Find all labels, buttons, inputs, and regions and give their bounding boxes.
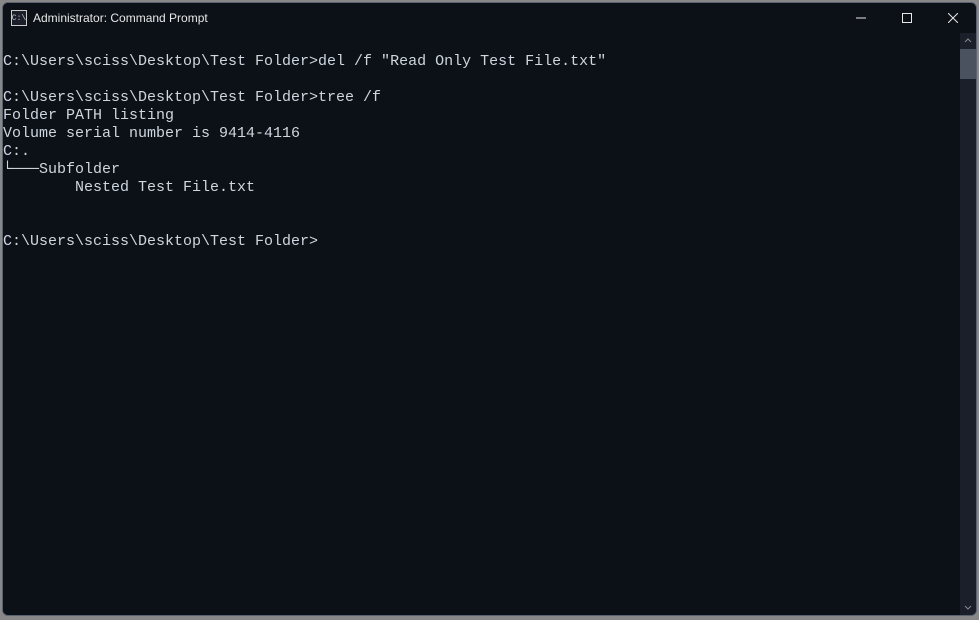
window-title: Administrator: Command Prompt: [33, 11, 838, 25]
terminal-line: C:\Users\sciss\Desktop\Test Folder>del /…: [3, 53, 960, 71]
terminal-line: [3, 215, 960, 233]
maximize-button[interactable]: [884, 3, 930, 33]
terminal-line: C:\Users\sciss\Desktop\Test Folder>tree …: [3, 89, 960, 107]
scrollbar-thumb[interactable]: [960, 49, 976, 79]
terminal-line: [3, 197, 960, 215]
scrollbar-up-arrow[interactable]: [960, 33, 976, 49]
chevron-down-icon: [964, 603, 972, 611]
cmd-icon: C:\: [11, 10, 27, 26]
terminal-output[interactable]: C:\Users\sciss\Desktop\Test Folder>del /…: [3, 33, 960, 615]
terminal-line: └───Subfolder: [3, 161, 960, 179]
terminal-line: [3, 71, 960, 89]
terminal-line: C:.: [3, 143, 960, 161]
command-prompt-window: C:\ Administrator: Command Prompt C:\Use…: [2, 2, 977, 616]
titlebar[interactable]: C:\ Administrator: Command Prompt: [3, 3, 976, 33]
window-controls: [838, 3, 976, 33]
vertical-scrollbar[interactable]: [960, 33, 976, 615]
terminal-line: [3, 35, 960, 53]
chevron-up-icon: [964, 37, 972, 45]
minimize-button[interactable]: [838, 3, 884, 33]
content-area: C:\Users\sciss\Desktop\Test Folder>del /…: [3, 33, 976, 615]
maximize-icon: [902, 13, 912, 23]
scrollbar-down-arrow[interactable]: [960, 599, 976, 615]
terminal-line: Volume serial number is 9414-4116: [3, 125, 960, 143]
terminal-line: Nested Test File.txt: [3, 179, 960, 197]
close-icon: [948, 13, 958, 23]
terminal-line: C:\Users\sciss\Desktop\Test Folder>: [3, 233, 960, 251]
close-button[interactable]: [930, 3, 976, 33]
terminal-line: Folder PATH listing: [3, 107, 960, 125]
minimize-icon: [856, 13, 866, 23]
